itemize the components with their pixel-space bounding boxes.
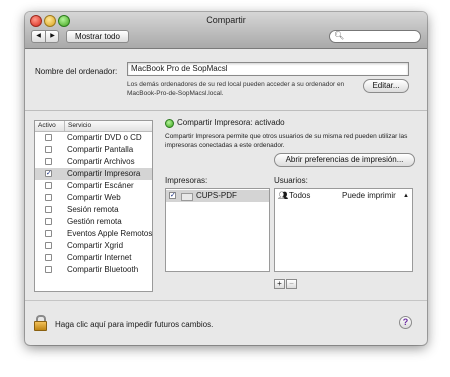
computer-name-description: Los demás ordenadores de su red local pu… xyxy=(127,81,345,97)
service-label: Compartir Escáner xyxy=(67,181,134,190)
service-label: Compartir Xgrid xyxy=(67,241,124,250)
service-row[interactable]: Compartir Bluetooth xyxy=(35,264,152,276)
printers-list[interactable]: ✓ CUPS-PDF xyxy=(165,188,270,272)
lock-icon[interactable] xyxy=(34,315,47,331)
printer-row[interactable]: ✓ CUPS-PDF xyxy=(166,190,269,202)
service-row[interactable]: Sesión remota xyxy=(35,204,152,216)
service-checkbox[interactable] xyxy=(45,254,52,261)
users-label: Usuarios: xyxy=(274,176,308,185)
service-label: Compartir Impresora xyxy=(67,169,141,178)
search-input[interactable]: 🔍︎ xyxy=(329,30,421,43)
service-checkbox[interactable] xyxy=(45,206,52,213)
service-list-header: Activo Servicio xyxy=(35,121,152,132)
service-row[interactable]: ✓ Compartir Impresora xyxy=(35,168,152,180)
service-checkbox[interactable] xyxy=(45,266,52,273)
back-button[interactable]: ◀ xyxy=(32,31,46,42)
user-permission-popup[interactable]: Puede imprimir xyxy=(342,190,396,202)
show-all-button[interactable]: Mostrar todo xyxy=(66,30,129,43)
service-checkbox[interactable] xyxy=(45,218,52,225)
open-print-preferences-button[interactable]: Abrir preferencias de impresión... xyxy=(274,153,415,167)
footer-divider xyxy=(25,300,427,301)
lock-text[interactable]: Haga clic aquí para impedir futuros camb… xyxy=(55,320,213,329)
service-checkbox[interactable]: ✓ xyxy=(45,170,52,177)
service-label: Eventos Apple Remotos xyxy=(67,229,153,238)
edit-button[interactable]: Editar... xyxy=(363,79,409,93)
computer-name-section: Nombre del ordenador: MacBook Pro de Sop… xyxy=(25,49,427,111)
service-row[interactable]: Eventos Apple Remotos xyxy=(35,228,152,240)
popup-arrows-icon[interactable]: ▲ xyxy=(403,190,409,202)
service-row[interactable]: Gestión remota xyxy=(35,216,152,228)
service-label: Compartir DVD o CD xyxy=(67,133,142,142)
service-label: Compartir Web xyxy=(67,193,121,202)
service-description: Compartir Impresora permite que otros us… xyxy=(165,133,408,149)
printers-label: Impresoras: xyxy=(165,176,208,185)
help-button[interactable]: ? xyxy=(399,316,412,329)
service-row[interactable]: Compartir Escáner xyxy=(35,180,152,192)
service-list[interactable]: Activo Servicio Compartir DVD o CD Compar… xyxy=(34,120,153,292)
remove-user-button[interactable]: − xyxy=(286,279,297,289)
back-forward-control: ◀ ▶ xyxy=(31,30,59,43)
service-label: Gestión remota xyxy=(67,217,122,226)
group-icon: 👥︎ xyxy=(278,191,289,200)
column-header-active[interactable]: Activo xyxy=(38,121,56,131)
add-user-button[interactable]: + xyxy=(274,279,285,289)
sharing-window: Compartir ◀ ▶ Mostrar todo 🔍︎ Nombre del… xyxy=(25,12,427,345)
user-name: Todos xyxy=(289,191,311,200)
service-label: Compartir Bluetooth xyxy=(67,265,139,274)
service-row[interactable]: Compartir Xgrid xyxy=(35,240,152,252)
service-checkbox[interactable] xyxy=(45,134,52,141)
service-checkbox[interactable] xyxy=(45,182,52,189)
service-row[interactable]: Compartir Pantalla xyxy=(35,144,152,156)
service-label: Compartir Pantalla xyxy=(67,145,134,154)
printer-name: CUPS-PDF xyxy=(196,191,237,200)
service-checkbox[interactable] xyxy=(45,146,52,153)
computer-name-field[interactable]: MacBook Pro de SopMacsl xyxy=(127,62,409,76)
search-icon: 🔍︎ xyxy=(334,31,345,40)
column-header-service[interactable]: Servicio xyxy=(64,121,91,131)
service-row[interactable]: Compartir DVD o CD xyxy=(35,132,152,144)
service-checkbox[interactable] xyxy=(45,158,52,165)
service-row[interactable]: Compartir Internet xyxy=(35,252,152,264)
service-label: Sesión remota xyxy=(67,205,119,214)
forward-button[interactable]: ▶ xyxy=(46,31,59,42)
service-row[interactable]: Compartir Archivos xyxy=(35,156,152,168)
service-checkbox[interactable] xyxy=(45,230,52,237)
service-checkbox[interactable] xyxy=(45,242,52,249)
service-row[interactable]: Compartir Web xyxy=(35,192,152,204)
service-label: Compartir Archivos xyxy=(67,157,135,166)
user-row[interactable]: 👥︎ Todos Puede imprimir ▲ xyxy=(275,190,412,202)
users-list[interactable]: 👥︎ Todos Puede imprimir ▲ xyxy=(274,188,413,272)
printer-checkbox[interactable]: ✓ xyxy=(169,192,176,199)
computer-name-label: Nombre del ordenador: xyxy=(35,67,118,76)
service-label: Compartir Internet xyxy=(67,253,132,262)
printer-icon xyxy=(181,193,193,201)
service-checkbox[interactable] xyxy=(45,194,52,201)
service-status: Compartir Impresora: activado xyxy=(177,118,285,127)
window-title: Compartir xyxy=(206,15,246,25)
lock-body xyxy=(34,321,47,331)
title-bar: Compartir ◀ ▶ Mostrar todo 🔍︎ xyxy=(25,12,427,49)
status-indicator-icon xyxy=(165,119,174,128)
